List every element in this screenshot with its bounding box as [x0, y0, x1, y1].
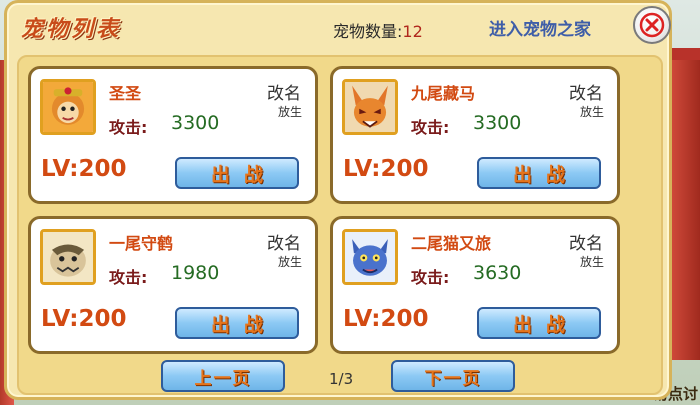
attack-value: 3300 [171, 112, 220, 134]
pet-count: 宠物数量:12 [333, 18, 423, 42]
attack-value: 3630 [473, 262, 522, 284]
nine-tailed-fox-portrait-icon [345, 82, 395, 132]
attack-label: 攻击: [109, 118, 148, 137]
attack-label: 攻击: [109, 268, 148, 287]
release-link[interactable]: 放生 [580, 103, 604, 120]
pet-list-panel: 宠物列表 宠物数量:12 进入宠物之家 圣圣 攻击: 3300 改名 放生 LV… [4, 0, 672, 400]
rename-link[interactable]: 改名 [267, 229, 301, 254]
pet-name: 圣圣 [109, 84, 142, 103]
pet-card: 圣圣 攻击: 3300 改名 放生 LV:200 出战 [28, 66, 318, 204]
rename-link[interactable]: 改名 [569, 229, 603, 254]
next-page-button[interactable]: 下一页 [391, 360, 515, 392]
panel-title: 宠物列表 [21, 17, 122, 42]
pet-avatar-shengsheng [40, 79, 96, 135]
attack-label: 攻击: [411, 268, 450, 287]
pet-card: 九尾藏马 攻击: 3300 改名 放生 LV:200 出战 [330, 66, 620, 204]
panel-header: 宠物列表 宠物数量:12 进入宠物之家 [7, 3, 671, 49]
pet-grid: 圣圣 攻击: 3300 改名 放生 LV:200 出战 九尾藏马 攻击: 330… [17, 55, 663, 395]
pet-avatar-kurama [342, 79, 398, 135]
pet-card: 一尾守鹤 攻击: 1980 改名 放生 LV:200 出战 [28, 216, 318, 354]
pet-level: LV:200 [41, 156, 127, 182]
release-link[interactable]: 放生 [278, 253, 302, 270]
attack-value: 1980 [171, 262, 220, 284]
pet-name: 一尾守鹤 [109, 234, 174, 253]
pet-level: LV:200 [41, 306, 127, 332]
battle-button[interactable]: 出战 [477, 157, 601, 189]
pet-level: LV:200 [343, 156, 429, 182]
release-link[interactable]: 放生 [580, 253, 604, 270]
pet-avatar-matatabi [342, 229, 398, 285]
enter-pet-home-link[interactable]: 进入宠物之家 [489, 15, 591, 40]
pet-count-value: 12 [402, 22, 423, 41]
release-link[interactable]: 放生 [278, 103, 302, 120]
battle-button[interactable]: 出战 [175, 307, 299, 339]
rename-link[interactable]: 改名 [267, 79, 301, 104]
pet-name: 二尾猫又旅 [411, 234, 492, 253]
pet-avatar-shukaku [40, 229, 96, 285]
attack-label: 攻击: [411, 118, 450, 137]
attack-value: 3300 [473, 112, 522, 134]
monkey-king-portrait-icon [43, 82, 93, 132]
pet-count-label: 宠物数量: [333, 22, 403, 41]
battle-button[interactable]: 出战 [477, 307, 601, 339]
background-pillar-right [670, 60, 700, 360]
two-tailed-cat-portrait-icon [345, 232, 395, 282]
close-icon [639, 12, 665, 38]
pet-card: 二尾猫又旅 攻击: 3630 改名 放生 LV:200 出战 [330, 216, 620, 354]
close-button[interactable] [633, 6, 671, 44]
pet-level: LV:200 [343, 306, 429, 332]
battle-button[interactable]: 出战 [175, 157, 299, 189]
rename-link[interactable]: 改名 [569, 79, 603, 104]
one-tailed-tanuki-portrait-icon [43, 232, 93, 282]
prev-page-button[interactable]: 上一页 [161, 360, 285, 392]
pet-name: 九尾藏马 [411, 84, 476, 103]
page-indicator: 1/3 [329, 370, 354, 388]
